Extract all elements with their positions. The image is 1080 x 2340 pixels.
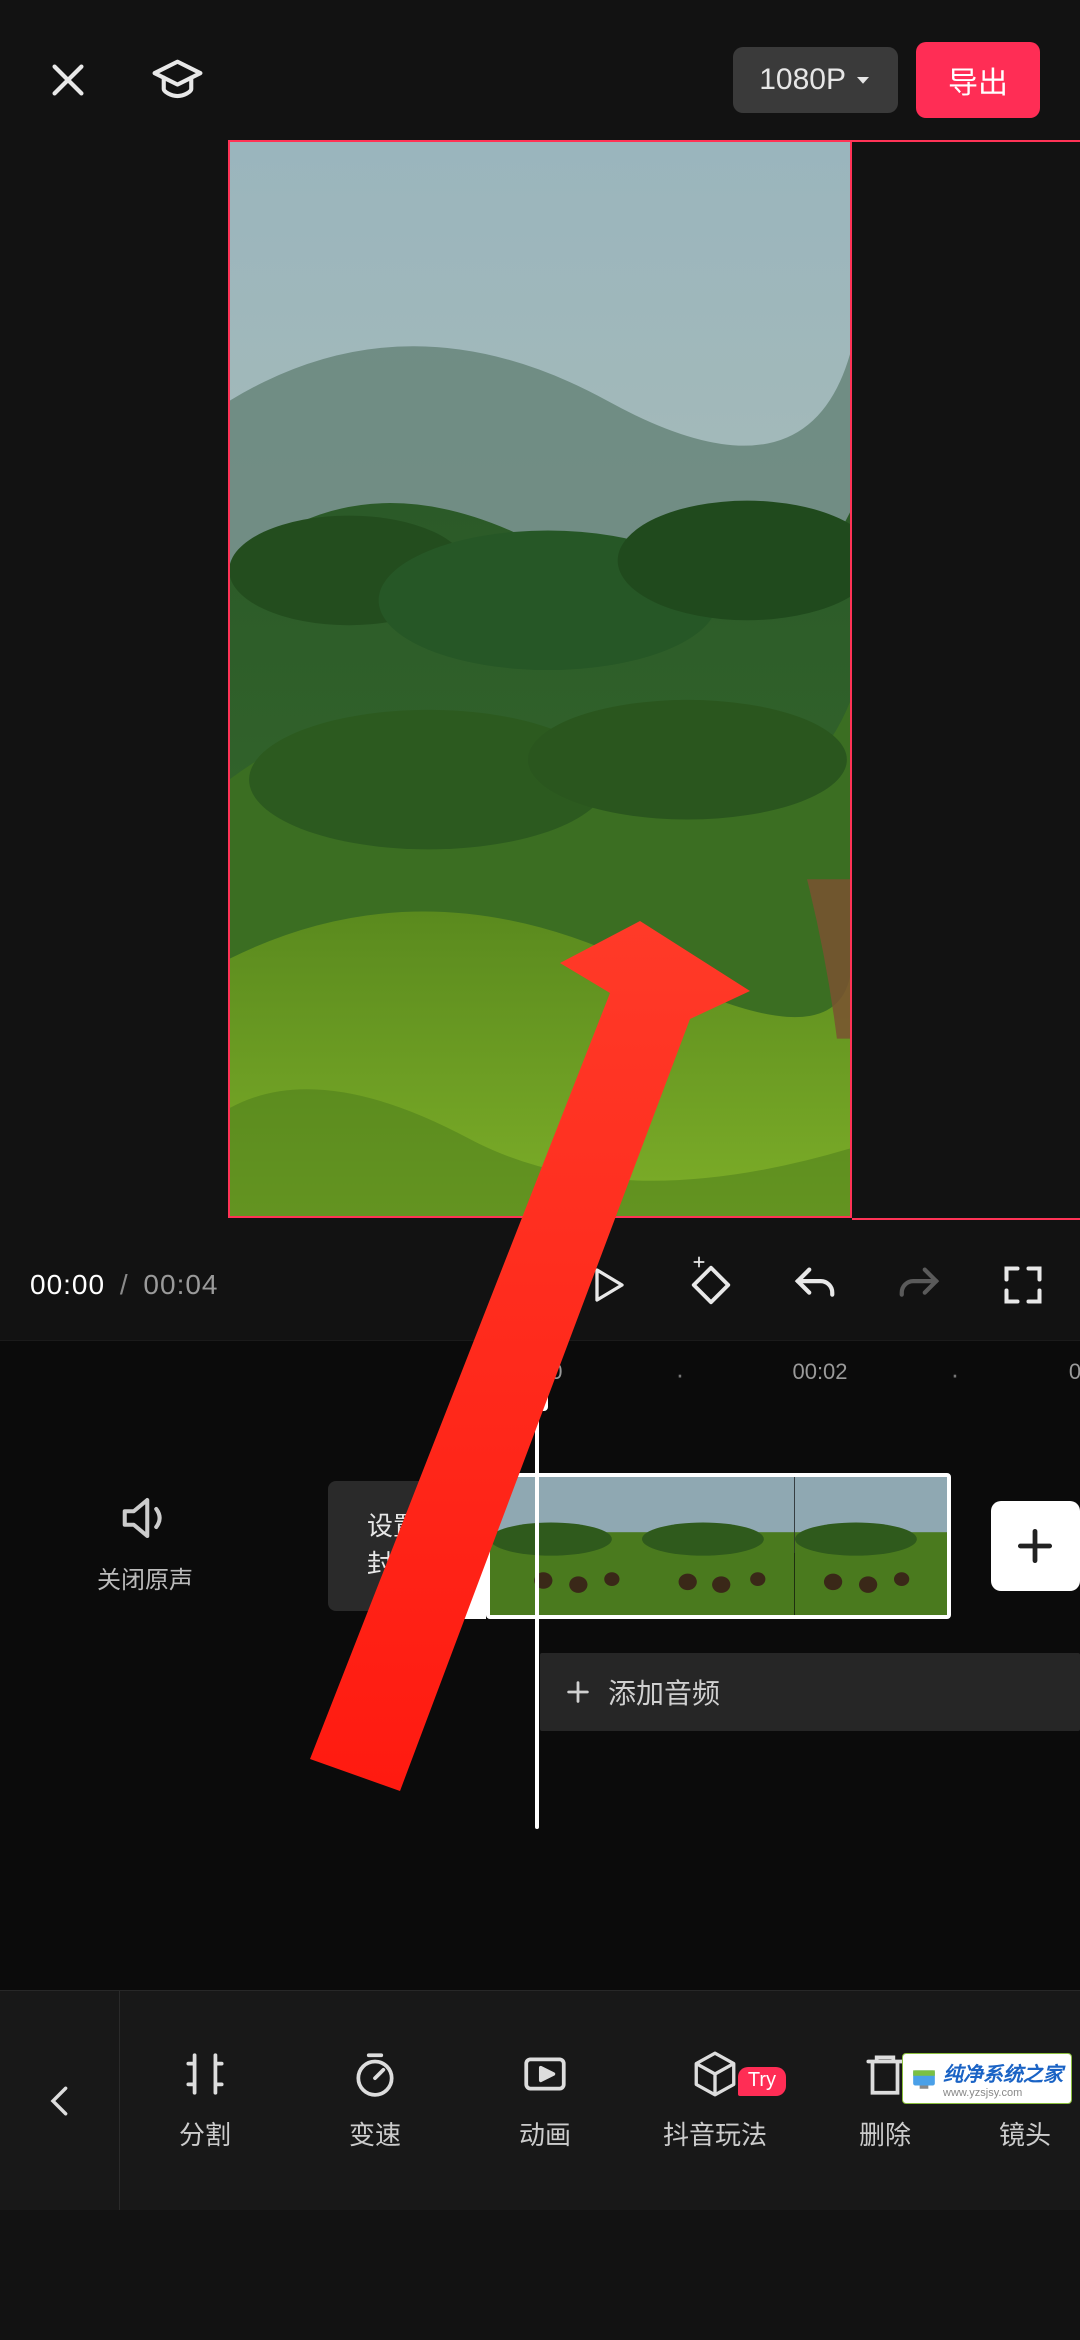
resolution-button[interactable]: 1080P (733, 47, 898, 113)
resolution-label: 1080P (759, 63, 846, 97)
watermark: 纯净系统之家 www.yzsjsy.com (902, 2053, 1072, 2104)
timeline[interactable]: 00:00 · 00:02 · 0 关闭原声 设置 封面 5.0s (0, 1340, 1080, 1990)
ruler-dot: · (676, 1359, 685, 1390)
cube-icon (690, 2049, 740, 2099)
tool-label: 动画 (519, 2115, 571, 2152)
selection-border (852, 140, 1080, 142)
ruler-tick: 00:02 (792, 1359, 847, 1385)
tool-split[interactable]: 分割 (120, 2049, 290, 2152)
play-button[interactable] (580, 1258, 634, 1312)
mute-original-sound[interactable]: 关闭原声 (0, 1491, 290, 1595)
split-icon (180, 2049, 230, 2099)
ruler-tick: 00:00 (507, 1359, 562, 1385)
tool-animation[interactable]: 动画 (460, 2049, 630, 2152)
plus-icon (564, 1678, 592, 1706)
redo-button[interactable] (892, 1258, 946, 1312)
animation-icon (520, 2049, 570, 2099)
chevron-down-icon (854, 71, 872, 89)
chevron-left-icon (43, 2076, 77, 2126)
current-time: 00:00 (30, 1269, 105, 1300)
set-cover-button[interactable]: 设置 封面 (328, 1481, 458, 1611)
clip-handle-right[interactable] (947, 1477, 951, 1615)
watermark-title: 纯净系统之家 (943, 2058, 1063, 2087)
playhead[interactable] (535, 1399, 539, 1829)
back-button[interactable] (0, 1991, 120, 2210)
video-preview[interactable] (228, 140, 852, 1218)
tool-speed[interactable]: 变速 (290, 2049, 460, 2152)
timecode: 00:00 / 00:04 (30, 1269, 219, 1301)
tool-label: 抖音玩法 (663, 2115, 767, 2152)
export-button[interactable]: 导出 (916, 42, 1040, 118)
add-audio-track[interactable]: 添加音频 (540, 1653, 1080, 1731)
time-separator: / (114, 1269, 135, 1300)
ruler-tick: 0 (1069, 1359, 1080, 1385)
cover-label-line1: 设置 (367, 1508, 419, 1546)
total-time: 00:04 (143, 1269, 218, 1300)
speed-icon (350, 2049, 400, 2099)
cover-label-line2: 封面 (367, 1546, 419, 1584)
add-audio-label: 添加音频 (608, 1672, 720, 1712)
undo-button[interactable] (788, 1258, 842, 1312)
selection-border (852, 1218, 1080, 1220)
tool-douyin[interactable]: Try 抖音玩法 (630, 2049, 800, 2152)
tool-label: 镜头 (999, 2115, 1051, 2152)
speaker-icon (118, 1491, 172, 1545)
export-label: 导出 (948, 67, 1008, 100)
tool-label: 分割 (179, 2115, 231, 2152)
video-clip[interactable]: 5.0s (486, 1473, 951, 1619)
add-clip-button[interactable] (991, 1501, 1080, 1591)
tutorial-icon[interactable] (150, 53, 205, 108)
try-badge: Try (738, 2067, 786, 2096)
preview-area (0, 140, 1080, 1230)
close-button[interactable] (40, 53, 95, 108)
clip-handle-left[interactable] (460, 1473, 486, 1619)
keyframe-button[interactable] (684, 1258, 738, 1312)
mute-label: 关闭原声 (0, 1560, 290, 1595)
tool-label: 删除 (859, 2115, 911, 2152)
fullscreen-button[interactable] (996, 1258, 1050, 1312)
plus-icon (1013, 1524, 1057, 1568)
tool-label: 变速 (349, 2115, 401, 2152)
watermark-icon (911, 2066, 937, 2092)
watermark-url: www.yzsjsy.com (943, 2087, 1063, 2099)
ruler-dot: · (951, 1359, 960, 1390)
